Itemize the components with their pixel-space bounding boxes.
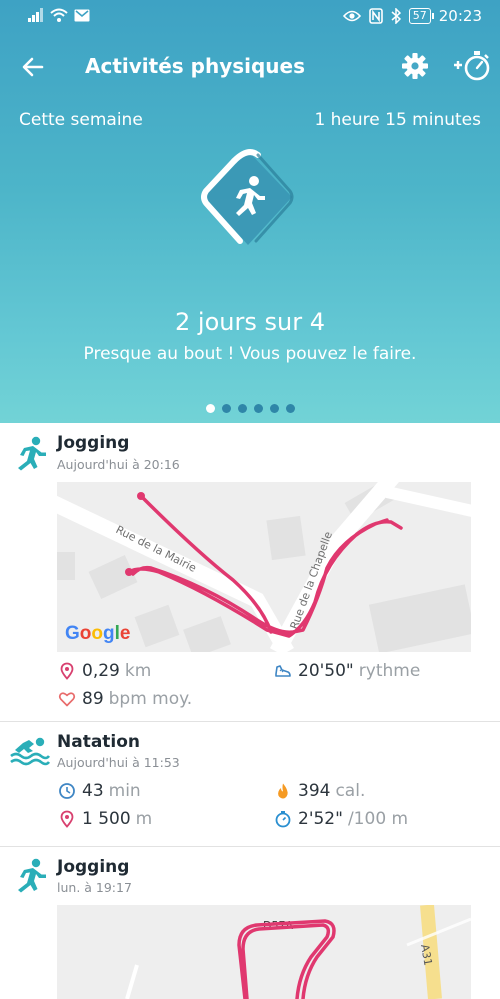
map-canvas: D57A A31 [57,905,471,999]
swim-pace-value: 2'52" [298,809,343,829]
bluetooth-icon [391,8,401,24]
wifi-icon [50,8,68,22]
heart-rate-unit: bpm moy. [108,689,193,709]
distance-unit: km [124,661,152,681]
activity-time: lun. à 19:17 [57,880,132,895]
mail-icon [74,9,90,21]
back-arrow-icon[interactable] [18,52,48,82]
pager-dot[interactable] [206,404,215,413]
stopwatch-icon [275,811,291,828]
activity-title: Jogging [57,857,130,877]
flame-icon [278,783,288,799]
encouragement-message: Presque au bout ! Vous pouvez le faire. [83,344,417,364]
duration-stat: 43 min [58,781,141,801]
swim-pace-unit: /100 m [347,809,409,829]
route-map[interactable]: Rue de la Mairie Rue de la Chapelle Goog… [57,482,471,652]
swim-distance-unit: m [135,809,153,829]
swim-pace-stat: 2'52" /100 m [274,809,408,829]
location-pin-icon [60,662,74,680]
pager-dot[interactable] [222,404,231,413]
activity-title: Jogging [57,433,130,453]
pace-stat: 20'50" rythme [274,661,420,681]
calories-value: 394 [298,781,331,801]
activity-title: Natation [57,732,141,752]
location-pin-icon [60,810,74,828]
map-canvas: Rue de la Mairie Rue de la Chapelle Goog… [57,482,471,652]
pager-dot[interactable] [286,404,295,413]
activity-card-swimming-today[interactable]: Natation Aujourd'hui à 11:53 43 min 394 … [0,722,500,846]
heart-icon [58,692,76,707]
gear-icon[interactable] [400,51,430,81]
swimming-icon [10,737,51,766]
signal-icon [28,8,43,22]
pace-unit: rythme [358,661,421,681]
add-exercise-stopwatch-icon[interactable] [452,46,492,84]
distance-stat: 0,29 km [58,661,151,681]
activity-card-jogging-monday[interactable]: Jogging lun. à 19:17 D57A A31 [0,847,500,999]
activity-card-jogging-today[interactable]: Jogging Aujourd'hui à 20:16 Rue de la Ma… [0,423,500,721]
page-title: Activités physiques [85,54,306,78]
pace-value: 20'50" [298,661,354,681]
pager-dot[interactable] [270,404,279,413]
pager-dot[interactable] [238,404,247,413]
running-icon [18,858,46,893]
battery-indicator: 57 [408,8,434,24]
duration-value: 43 [82,781,104,801]
running-icon [18,436,46,471]
calories-unit: cal. [335,781,366,801]
pager-dots [206,404,295,413]
calories-stat: 394 cal. [274,781,365,801]
swim-distance-stat: 1 500 m [58,809,152,829]
running-goal-badge-icon [201,149,294,245]
route-map[interactable]: D57A A31 [57,905,471,999]
clock-icon [59,783,75,799]
activity-time: Aujourd'hui à 11:53 [57,755,180,770]
weekly-progress: 2 jours sur 4 [175,308,325,336]
app-bar: Activités physiques [0,44,500,90]
status-bar: 57 20:23 [0,0,500,34]
swim-distance-value: 1 500 [82,809,131,829]
screen: 57 20:23 Activités physiques Cette semai… [0,0,500,999]
heart-rate-value: 89 [82,689,104,709]
heart-rate-stat: 89 bpm moy. [58,689,192,709]
shoe-icon [275,665,291,677]
distance-value: 0,29 [82,661,120,681]
nfc-icon [368,8,383,24]
pager-dot[interactable] [254,404,263,413]
google-logo: Google [65,623,130,644]
header: 57 20:23 Activités physiques Cette semai… [0,0,500,423]
period-label: Cette semaine [19,110,143,130]
clock-time: 20:23 [438,7,482,25]
duration-unit: min [108,781,141,801]
eye-icon [342,10,361,22]
activity-time: Aujourd'hui à 20:16 [57,457,180,472]
period-total: 1 heure 15 minutes [314,110,481,130]
